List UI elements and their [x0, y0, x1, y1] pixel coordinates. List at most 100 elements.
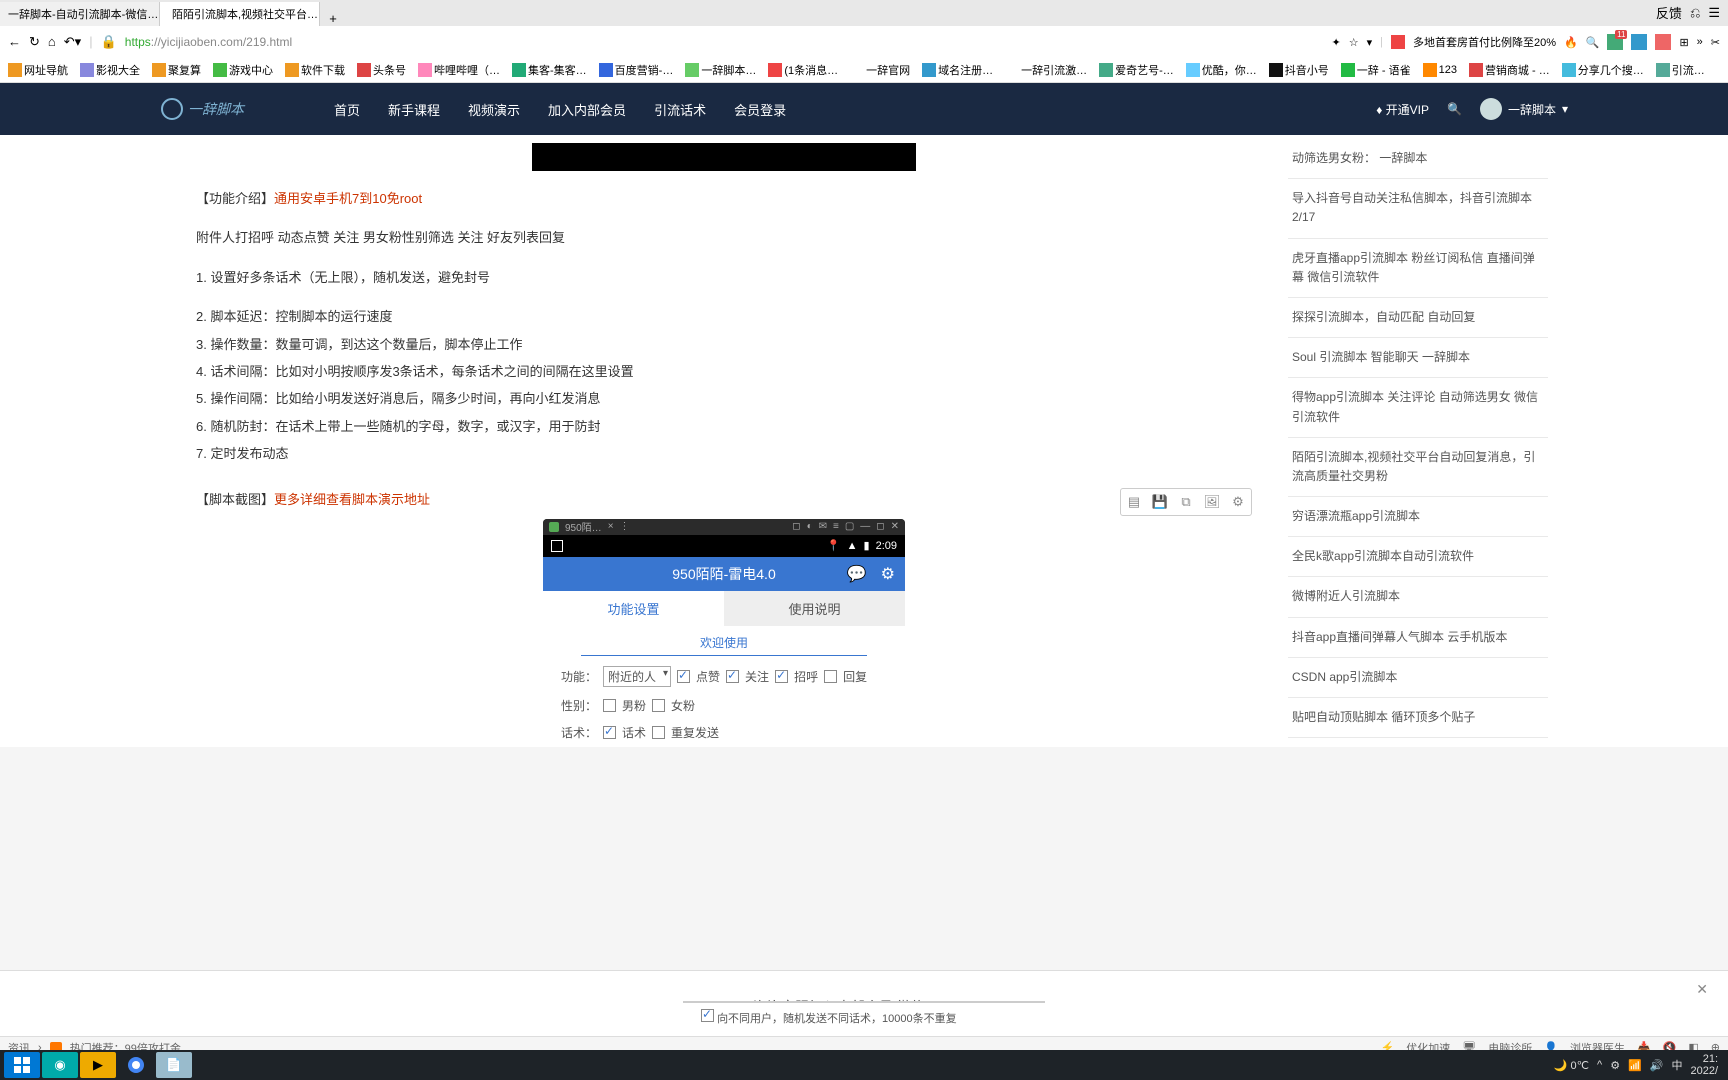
sidebar-link[interactable]: CSDN app引流脚本 [1288, 658, 1548, 698]
bookmark-item[interactable]: 引流… [1652, 60, 1709, 80]
emu-tool-icon[interactable]: ✉ [819, 521, 827, 532]
bookmark-item[interactable]: 游戏中心 [209, 60, 277, 80]
site-logo[interactable]: 一辞脚本 [160, 97, 244, 121]
function-select[interactable]: 附近的人 [603, 666, 671, 687]
home-button[interactable]: ⌂ [48, 34, 56, 50]
img-tool-4-icon[interactable]: 🖼 [1201, 491, 1223, 513]
checkbox-repeat[interactable] [652, 726, 665, 739]
bookmark-item[interactable]: 一辞 - 语雀 [1337, 60, 1415, 80]
sidebar-link[interactable]: 微博附近人引流脚本 [1288, 577, 1548, 617]
taskbar-app-1[interactable]: ◉ [42, 1052, 78, 1078]
tray-ime-icon[interactable]: 中 [1671, 1057, 1682, 1073]
clip-icon[interactable]: ✂ [1711, 36, 1720, 49]
translate-icon[interactable] [1631, 34, 1647, 50]
apps-menu-icon[interactable]: ⊞ [1679, 36, 1688, 49]
emu-tool-icon[interactable]: ◻ [792, 521, 800, 532]
sidebar-link[interactable]: 火信app引流脚本，自动批量引流添加好友 [1288, 738, 1548, 747]
restore-icon[interactable]: ⎌ [1690, 5, 1700, 21]
bookmark-item[interactable]: 软件下载 [281, 60, 349, 80]
checkbox-follow[interactable] [726, 670, 739, 683]
img-tool-3-icon[interactable]: ⧉ [1175, 491, 1197, 513]
gear-icon[interactable]: ⚙ [881, 564, 895, 584]
star-icon[interactable]: ☆ [1349, 36, 1359, 49]
emu-max-icon[interactable]: ◻ [876, 521, 884, 532]
img-tool-1-icon[interactable]: ▤ [1123, 491, 1145, 513]
sidebar-link[interactable]: 动筛选男女粉： 一辞脚本 [1288, 139, 1548, 179]
bookmark-item[interactable]: 聚复算 [148, 60, 205, 80]
img-tool-gear-icon[interactable]: ⚙ [1227, 491, 1249, 513]
sidebar-link[interactable]: 全民k歌app引流脚本自动引流软件 [1288, 537, 1548, 577]
wand-icon[interactable]: ✦ [1332, 36, 1341, 49]
browser-tab-1[interactable]: 一辞脚本-自动引流脚本-微信… [0, 2, 160, 26]
refresh-button[interactable]: ↻ [29, 34, 40, 50]
sidebar-link[interactable]: 穷语漂流瓶app引流脚本 [1288, 497, 1548, 537]
sidebar-link[interactable]: 抖音app直播间弹幕人气脚本 云手机版本 [1288, 618, 1548, 658]
tab-settings[interactable]: 功能设置 [543, 591, 724, 626]
checkbox-reply[interactable] [824, 670, 837, 683]
bookmark-item[interactable]: 影视大全 [76, 60, 144, 80]
tray-chevron-icon[interactable]: ^ [1597, 1059, 1602, 1071]
bookmark-item[interactable]: 123 [1419, 61, 1461, 79]
sidebar-link[interactable]: 陌陌引流脚本,视频社交平台自动回复消息，引流高质量社交男粉 [1288, 438, 1548, 497]
vip-link[interactable]: ♦ 开通VIP [1376, 101, 1429, 118]
checkbox-like[interactable] [677, 670, 690, 683]
site-search-icon[interactable]: 🔍 [1447, 102, 1462, 116]
checkbox-female[interactable] [652, 699, 665, 712]
ext-2-icon[interactable] [1655, 34, 1671, 50]
tray-settings-icon[interactable]: ⚙ [1610, 1059, 1620, 1072]
chevron-down-icon[interactable]: ▾ [1367, 36, 1373, 49]
tab-instructions[interactable]: 使用说明 [724, 591, 905, 626]
emu-tool-icon[interactable]: ◐ [807, 521, 813, 532]
emu-minimize-icon[interactable]: — [860, 521, 870, 532]
more-icon[interactable]: » [1697, 36, 1703, 48]
banner-close-button[interactable]: ✕ [1696, 981, 1708, 998]
url-field[interactable]: https://yicijiaoben.com/219.html [125, 35, 1324, 49]
checkbox-script[interactable] [603, 726, 616, 739]
bookmark-item[interactable]: 营销商城 - … [1465, 60, 1554, 80]
bookmark-item[interactable]: 百度营销-… [595, 60, 678, 80]
sidebar-link[interactable]: 虎牙直播app引流脚本 粉丝订阅私信 直播间弹幕 微信引流软件 [1288, 239, 1548, 298]
sidebar-link[interactable]: 得物app引流脚本 关注评论 自动筛选男女 微信引流软件 [1288, 378, 1548, 437]
bookmark-item[interactable]: 哔哩哔哩（… [414, 60, 504, 80]
taskbar-chrome[interactable] [118, 1052, 154, 1078]
bookmark-item[interactable]: 集客-集客… [508, 60, 591, 80]
nav-video[interactable]: 视频演示 [468, 100, 520, 119]
emu-menu-icon[interactable]: ⋮ [620, 521, 630, 532]
tray-wifi-icon[interactable]: 📶 [1628, 1059, 1642, 1072]
sidebar-link[interactable]: 探探引流脚本，自动匹配 自动回复 [1288, 298, 1548, 338]
new-tab-button[interactable]: + [320, 11, 346, 26]
tray-volume-icon[interactable]: 🔊 [1650, 1059, 1664, 1072]
checkbox-greet[interactable] [775, 670, 788, 683]
bookmark-item[interactable]: 一辞官网 [846, 60, 914, 80]
nav-login[interactable]: 会员登录 [734, 100, 786, 119]
back-button[interactable]: ← [8, 34, 21, 50]
news-link[interactable]: 多地首套房首付比例降至20% [1413, 34, 1556, 50]
browser-tab-2[interactable]: 陌陌引流脚本,视频社交平台… × [160, 2, 320, 26]
nav-scripts[interactable]: 引流话术 [654, 100, 706, 119]
nav-home[interactable]: 首页 [334, 100, 360, 119]
nav-join[interactable]: 加入内部会员 [548, 100, 626, 119]
tray-clock[interactable]: 21: 2022/ [1690, 1053, 1718, 1077]
emu-tool-icon[interactable]: ▢ [845, 521, 854, 532]
emu-tool-icon[interactable]: ≡ [833, 521, 839, 532]
sidebar-link[interactable]: Soul 引流脚本 智能聊天 一辞脚本 [1288, 338, 1548, 378]
weather-widget[interactable]: 🌙 0℃ [1554, 1059, 1589, 1072]
history-button[interactable]: ↶▾ [64, 34, 81, 50]
taskbar-notes[interactable]: 📄 [156, 1052, 192, 1078]
bookmark-item[interactable]: 一辞引流激… [1001, 60, 1091, 80]
bookmark-item[interactable]: 分享几个搜… [1558, 60, 1648, 80]
video-placeholder[interactable] [532, 143, 916, 171]
bookmark-item[interactable]: 抖音小号 [1265, 60, 1333, 80]
section-link[interactable]: 更多详细查看脚本演示地址 [274, 492, 430, 507]
bookmark-item[interactable]: (1条消息… [764, 60, 842, 80]
checkbox-male[interactable] [603, 699, 616, 712]
checkbox-random[interactable] [701, 1009, 714, 1022]
emu-close-icon[interactable]: × [608, 521, 614, 532]
sidebar-link[interactable]: 贴吧自动顶贴脚本 循环顶多个贴子 [1288, 698, 1548, 738]
taskbar-app-2[interactable]: ▶ [80, 1052, 116, 1078]
nav-courses[interactable]: 新手课程 [388, 100, 440, 119]
start-button[interactable] [4, 1052, 40, 1078]
user-menu[interactable]: 一辞脚本 ▾ [1480, 98, 1568, 120]
feedback-link[interactable]: 反馈 [1656, 3, 1682, 22]
ext-1-icon[interactable]: 11 [1607, 34, 1623, 50]
